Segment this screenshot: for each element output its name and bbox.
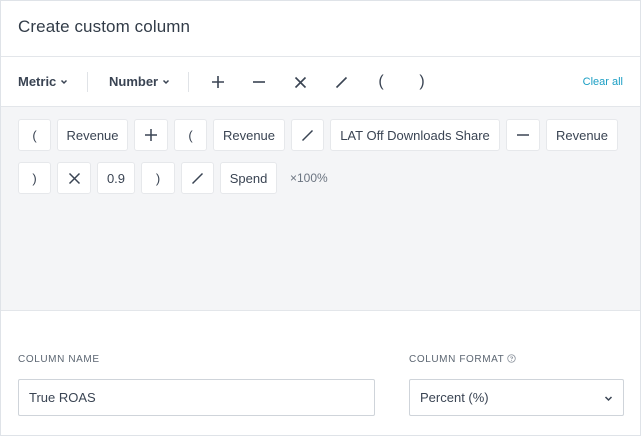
divide-icon xyxy=(191,172,204,184)
multiply-operator-button[interactable] xyxy=(288,70,312,94)
formula-token-paren[interactable]: ) xyxy=(141,162,175,194)
formula-suffix: ×100% xyxy=(290,171,328,185)
minus-operator-button[interactable] xyxy=(247,70,271,94)
formula-token-paren[interactable]: ( xyxy=(174,119,207,151)
formula-canvas[interactable]: ( Revenue ( Revenue LAT Off Downloads Sh… xyxy=(1,107,640,311)
plus-icon xyxy=(145,129,157,141)
create-custom-column-dialog: Create custom column Metric Number ( ) C… xyxy=(0,0,641,436)
minus-icon xyxy=(253,81,265,83)
formula-token-metric[interactable]: Spend xyxy=(220,162,277,194)
divide-icon xyxy=(335,76,347,88)
help-circle-icon[interactable] xyxy=(507,354,517,363)
column-format-value: Percent (%) xyxy=(420,390,489,405)
metric-dropdown-label: Metric xyxy=(18,74,57,89)
chevron-down-icon xyxy=(163,79,170,84)
plus-operator-button[interactable] xyxy=(206,70,230,94)
multiply-icon xyxy=(294,76,306,88)
column-format-label-group: Column format xyxy=(409,354,517,365)
formula-toolbar: Metric Number ( ) Clear all xyxy=(1,57,640,107)
toolbar-divider xyxy=(87,72,88,92)
formula-token-operator[interactable] xyxy=(181,162,214,194)
formula-token-metric[interactable]: Revenue xyxy=(546,119,618,151)
dialog-header: Create custom column xyxy=(1,1,640,57)
multiply-icon xyxy=(68,172,80,184)
divide-icon xyxy=(301,129,314,141)
formula-token-metric[interactable]: Revenue xyxy=(213,119,285,151)
number-dropdown[interactable]: Number xyxy=(109,74,170,89)
plus-icon xyxy=(212,76,224,88)
column-name-input[interactable] xyxy=(18,379,375,416)
formula-token-metric[interactable]: LAT Off Downloads Share xyxy=(330,119,500,151)
close-paren-button[interactable]: ) xyxy=(410,70,434,94)
column-format-select[interactable]: Percent (%) xyxy=(409,379,624,416)
formula-token-metric[interactable]: Revenue xyxy=(57,119,128,151)
formula-token-operator[interactable] xyxy=(134,119,168,151)
formula-token-operator[interactable] xyxy=(291,119,324,151)
column-format-label: Column format xyxy=(409,354,505,365)
formula-token-paren[interactable]: ( xyxy=(18,119,51,151)
divide-operator-button[interactable] xyxy=(329,70,353,94)
formula-token-operator[interactable] xyxy=(57,162,91,194)
minus-icon xyxy=(517,134,529,136)
number-dropdown-label: Number xyxy=(109,74,159,89)
chevron-down-icon xyxy=(61,79,68,84)
dialog-title: Create custom column xyxy=(18,17,191,36)
clear-all-link[interactable]: Clear all xyxy=(583,76,623,88)
chevron-down-icon xyxy=(604,396,613,402)
column-name-label: Column name xyxy=(18,354,100,365)
formula-token-operator[interactable] xyxy=(506,119,540,151)
formula-token-number[interactable]: 0.9 xyxy=(97,162,135,194)
metric-dropdown[interactable]: Metric xyxy=(18,74,68,89)
toolbar-divider xyxy=(188,72,189,92)
formula-token-paren[interactable]: ) xyxy=(18,162,51,194)
open-paren-button[interactable]: ( xyxy=(369,70,393,94)
